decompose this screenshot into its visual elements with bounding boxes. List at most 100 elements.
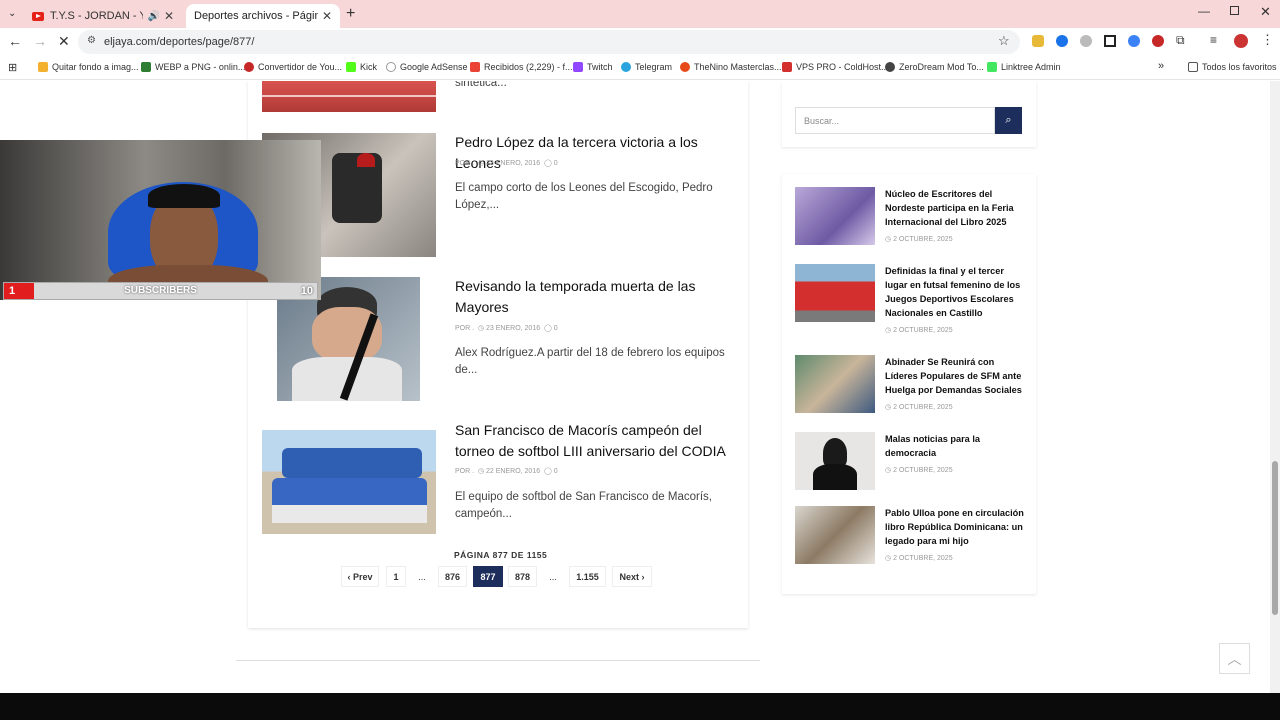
search-placeholder: Buscar... (804, 116, 840, 126)
page-ellipsis: ... (412, 566, 432, 587)
article-title[interactable]: San Francisco de Macorís campeón del tor… (455, 420, 740, 462)
page-ellipsis: ... (543, 566, 563, 587)
search-button[interactable]: ⌕ (995, 107, 1022, 134)
tab-deportes[interactable]: Deportes archivos - Página 877 ✕ (186, 4, 340, 28)
extensions-puzzle-icon[interactable]: ⧉ (1176, 33, 1185, 48)
article-list-card: sintética... Pedro López da la tercera v… (248, 81, 748, 628)
twitch-icon (573, 62, 583, 72)
bookmark-item[interactable]: WEBP a PNG - onlin... (141, 62, 245, 72)
sidebar-post-title[interactable]: Abinader Se Reunirá con Líderes Populare… (885, 355, 1025, 397)
linktree-icon (987, 62, 997, 72)
bookmark-item[interactable]: Google AdSense (386, 62, 468, 72)
menu-icon[interactable]: ⋮ (1261, 32, 1274, 48)
sidebar-post-thumbnail[interactable] (795, 355, 875, 413)
bookmark-item[interactable]: Convertidor de You... (244, 62, 342, 72)
bookmark-item[interactable]: Kick (346, 62, 377, 72)
all-favorites-label: Todos los favoritos (1202, 62, 1277, 72)
folder-icon (1188, 62, 1198, 72)
prev-label: Prev (352, 571, 373, 582)
stop-loading-icon[interactable]: ✕ (58, 33, 70, 50)
page-876-button[interactable]: 876 (438, 566, 467, 587)
close-icon[interactable]: ✕ (322, 9, 332, 23)
sidebar-post-title[interactable]: Definidas la final y el tercer lugar en … (885, 264, 1025, 320)
sidebar-post-date: ◷ 2 OCTUBRE, 2025 (885, 327, 953, 334)
url-text[interactable]: eljaya.com/deportes/page/877/ (104, 36, 254, 48)
bookmark-item[interactable]: Quitar fondo a imag... (38, 62, 139, 72)
apps-icon[interactable]: ⊞ (8, 61, 17, 74)
article-excerpt: Alex Rodríguez.A partir del 18 de febrer… (455, 347, 725, 376)
bookmark-item[interactable]: Twitch (573, 62, 613, 72)
search-icon: ⌕ (1005, 114, 1012, 126)
tab-search-chevron-icon[interactable]: ⌄ (8, 8, 20, 20)
comment-count[interactable]: 0 (554, 160, 558, 167)
date-text: 2 OCTUBRE, 2025 (893, 236, 953, 243)
date-text: 2 OCTUBRE, 2025 (893, 327, 953, 334)
bookmark-item[interactable]: Recibidos (2,229) - f... (470, 62, 573, 72)
address-bar[interactable]: ⚙ eljaya.com/deportes/page/877/ ☆ (78, 30, 1020, 54)
prev-button[interactable]: ‹ Prev (341, 566, 379, 587)
webcam-overlay (0, 140, 321, 300)
article-thumbnail[interactable] (262, 430, 436, 534)
bookmark-label: TheNino Masterclas... (694, 62, 782, 72)
sidebar-post-date: ◷ 2 OCTUBRE, 2025 (885, 555, 953, 562)
article-thumbnail[interactable] (262, 81, 436, 112)
minimize-icon[interactable]: — (1198, 4, 1210, 18)
bookmark-item[interactable]: TheNino Masterclas... (680, 62, 782, 72)
scroll-to-top-button[interactable]: ︿ (1219, 643, 1250, 674)
bookmark-label: Kick (360, 62, 378, 72)
bookmark-item[interactable]: Linktree Admin (987, 62, 1061, 72)
close-icon[interactable]: ✕ (164, 9, 174, 23)
tab-youtube[interactable]: T.Y.S - JORDAN - YouTube 🔊 ✕ (24, 4, 182, 28)
bookmark-label: Quitar fondo a imag... (52, 62, 139, 72)
media-control-icon[interactable]: ≡ (1210, 33, 1217, 47)
site-info-icon[interactable]: ⚙ (87, 35, 96, 46)
new-tab-icon[interactable]: + (346, 5, 355, 23)
article-title[interactable]: Revisando la temporada muerta de las May… (455, 276, 705, 318)
page-1-button[interactable]: 1 (386, 566, 406, 587)
forward-icon[interactable]: → (33, 33, 47, 49)
comment-count[interactable]: 0 (554, 325, 558, 332)
sidebar-post-title[interactable]: Pablo Ulloa pone en circulación libro Re… (885, 506, 1025, 548)
sidebar-post-thumbnail[interactable] (795, 506, 875, 564)
page-scrollbar[interactable] (1270, 81, 1280, 693)
extension-icon-6[interactable] (1152, 35, 1164, 47)
extension-icon-4[interactable] (1104, 35, 1116, 47)
extension-icon-2[interactable] (1056, 35, 1068, 47)
next-button[interactable]: Next › (612, 566, 652, 587)
article-title[interactable]: Pedro López da la tercera victoria a los… (455, 132, 745, 174)
comment-count[interactable]: 0 (554, 468, 558, 475)
bookmark-star-icon[interactable]: ☆ (998, 33, 1010, 49)
bookmark-item[interactable]: ZeroDream Mod To... (885, 62, 984, 72)
window-close-icon[interactable]: ✕ (1260, 4, 1271, 20)
more-bookmarks-icon[interactable]: » (1158, 60, 1164, 72)
taskbar (0, 693, 1280, 720)
page-878-button[interactable]: 878 (508, 566, 537, 587)
bookmark-item[interactable]: VPS PRO - ColdHost... (782, 62, 889, 72)
sidebar-post-thumbnail[interactable] (795, 432, 875, 490)
bookmark-item[interactable]: Telegram (621, 62, 672, 72)
profile-avatar[interactable] (1234, 34, 1248, 48)
back-icon[interactable]: ← (8, 33, 22, 49)
search-input[interactable]: Buscar... (795, 107, 995, 134)
speaker-icon[interactable]: 🔊 (147, 11, 159, 22)
extension-icon-3[interactable] (1080, 35, 1092, 47)
sidebar-post-thumbnail[interactable] (795, 264, 875, 322)
all-favorites[interactable]: Todos los favoritos (1188, 62, 1277, 72)
extension-icon-5[interactable] (1128, 35, 1140, 47)
extension-icon-1[interactable] (1032, 35, 1044, 47)
clock-icon: ◷ (477, 160, 485, 167)
scrollbar-thumb[interactable] (1272, 461, 1278, 615)
bookmark-label: Convertidor de You... (258, 62, 343, 72)
page-last-button[interactable]: 1.155 (569, 566, 606, 587)
bookmark-icon (38, 62, 48, 72)
sidebar-post-title[interactable]: Núcleo de Escritores del Nordeste partic… (885, 187, 1025, 229)
sidebar-post-title[interactable]: Malas noticias para la democracia (885, 432, 1025, 460)
sidebar-post-thumbnail[interactable] (795, 187, 875, 245)
bookmark-label: ZeroDream Mod To... (899, 62, 984, 72)
bookmark-label: Recibidos (2,229) - f... (484, 62, 573, 72)
restore-icon[interactable] (1230, 6, 1239, 15)
content-divider (236, 660, 760, 661)
bookmark-label: Twitch (587, 62, 613, 72)
chevron-up-icon: ︿ (1227, 650, 1242, 667)
bookmark-icon (782, 62, 792, 72)
